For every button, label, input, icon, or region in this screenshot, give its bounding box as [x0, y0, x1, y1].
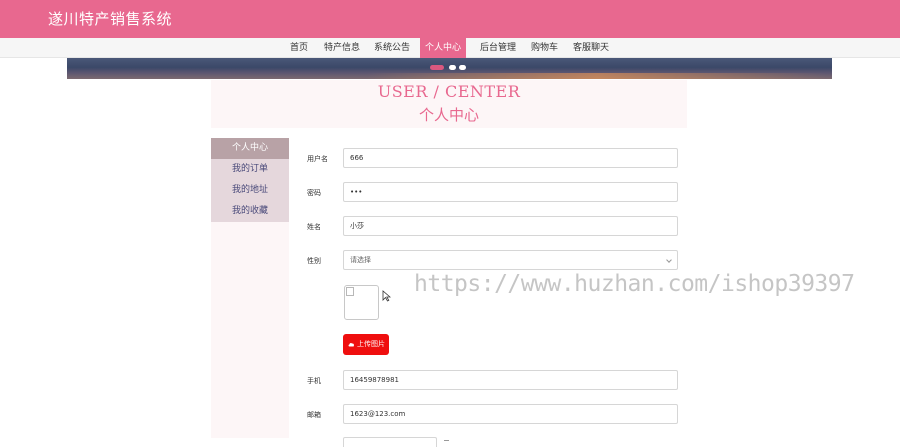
username-field[interactable]: 666	[343, 148, 678, 168]
upload-image-button[interactable]: 上传图片	[343, 334, 389, 355]
banner-carousel	[67, 58, 832, 79]
page-title-en: USER / CENTER	[377, 82, 521, 101]
username-label: 用户名	[307, 155, 328, 163]
carousel-dot-3[interactable]	[459, 65, 466, 70]
nav-item-admin[interactable]: 后台管理	[475, 38, 521, 58]
gender-select-value: 请选择	[350, 256, 371, 264]
nav-item-announcements[interactable]: 系统公告	[369, 38, 415, 58]
page-title-zh: 个人中心	[418, 106, 479, 124]
chevron-down-icon	[666, 257, 672, 263]
carousel-dot-1[interactable]	[430, 65, 444, 70]
name-field[interactable]: 小莎	[343, 216, 678, 236]
upload-button-label: 上传图片	[357, 340, 385, 348]
main-nav: 首页 特产信息 系统公告 个人中心 后台管理 购物车 客服聊天	[0, 38, 900, 58]
nav-item-cart[interactable]: 购物车	[526, 38, 563, 58]
watermark-text: https://www.huzhan.com/ishop39397	[414, 271, 855, 297]
partial-field[interactable]	[343, 437, 437, 447]
sidebar-item-address[interactable]: 我的地址	[211, 180, 289, 201]
cloud-upload-icon	[348, 342, 354, 347]
name-label: 姓名	[307, 223, 321, 231]
nav-item-home[interactable]: 首页	[285, 38, 313, 58]
avatar-preview	[344, 285, 379, 320]
password-field[interactable]: •••	[343, 182, 678, 202]
mouse-cursor-icon	[382, 290, 391, 302]
sidebar-item-orders[interactable]: 我的订单	[211, 159, 289, 180]
phone-label: 手机	[307, 377, 321, 385]
nav-item-chat[interactable]: 客服聊天	[568, 38, 614, 58]
email-label: 邮箱	[307, 411, 321, 419]
phone-field[interactable]: 16459878981	[343, 370, 678, 390]
gender-label: 性别	[307, 257, 321, 265]
banner-city-lights	[367, 73, 827, 79]
sidebar-item-user-center[interactable]: 个人中心	[211, 138, 289, 159]
page-title-panel: USER / CENTER 个人中心	[211, 80, 687, 128]
carousel-dot-2[interactable]	[449, 65, 456, 70]
email-field[interactable]: 1623@123.com	[343, 404, 678, 424]
nav-item-user-center[interactable]: 个人中心	[420, 38, 467, 58]
top-header: 遂川特产销售系统	[0, 0, 900, 38]
broken-image-icon	[346, 287, 354, 296]
sidebar-item-favorites[interactable]: 我的收藏	[211, 201, 289, 222]
app-title: 遂川特产销售系统	[48, 10, 173, 28]
user-sidebar: 个人中心 我的订单 我的地址 我的收藏	[211, 138, 289, 438]
gender-select[interactable]: 请选择	[343, 250, 678, 270]
nav-item-products[interactable]: 特产信息	[319, 38, 365, 58]
password-label: 密码	[307, 189, 321, 197]
